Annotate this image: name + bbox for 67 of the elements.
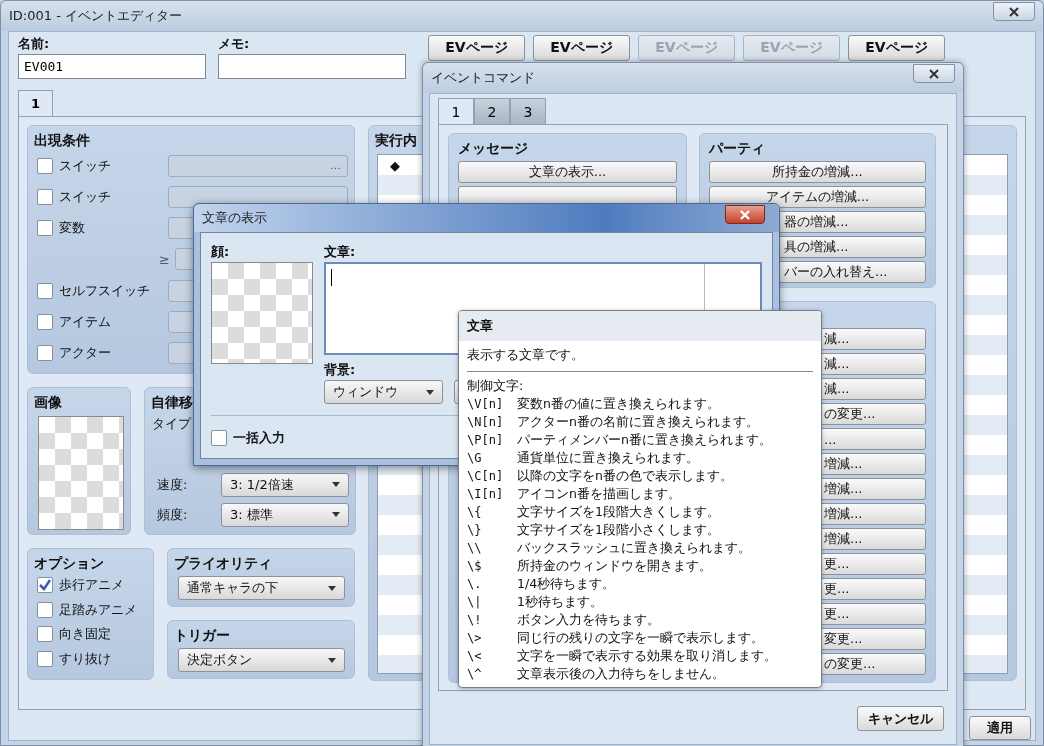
frequency-label: 頻度:	[156, 505, 189, 524]
control-code: \I[n]	[467, 487, 505, 501]
group-title: オプション	[34, 554, 104, 573]
option-label: 向き固定	[58, 625, 111, 644]
control-code: \|	[467, 595, 483, 609]
condition-label: 変数	[58, 219, 86, 238]
control-code: \{	[467, 505, 483, 519]
control-code: \^	[467, 667, 483, 681]
text-label: 文章:	[324, 243, 356, 260]
memo-label: メモ:	[218, 35, 250, 52]
control-code: \N[n]	[467, 415, 505, 429]
group-title: トリガー	[174, 626, 230, 645]
section-label: 制御文字:	[467, 377, 525, 395]
condition-label: スイッチ	[58, 156, 112, 175]
code-description: 1秒待ちます。	[517, 593, 603, 611]
control-code: \G	[467, 451, 483, 465]
code-description: 通貨単位に置き換えられます。	[517, 449, 699, 467]
comparison-sign: ≥	[159, 252, 171, 267]
code-description: 以降の文字をn番の色で表示します。	[517, 467, 733, 485]
code-description: アクターn番の名前に置き換えられます。	[517, 413, 759, 431]
code-description: 文字を一瞬で表示する効果を取り消します。	[517, 647, 777, 665]
name-label: 名前:	[18, 35, 50, 52]
face-label: 顔:	[211, 243, 230, 260]
code-description: 文字サイズを1段階大きくします。	[517, 503, 720, 521]
control-code: \C[n]	[467, 469, 505, 483]
control-code: \<	[467, 649, 483, 663]
background-label: 背景:	[324, 361, 356, 378]
window-title: 文章の表示	[202, 209, 267, 227]
control-code: \\	[467, 541, 483, 555]
condition-label: セルフスイッチ	[58, 281, 151, 300]
code-description: ボタン入力を待ちます。	[517, 611, 660, 629]
option-label: 足踏みアニメ	[58, 600, 137, 619]
group-title: 自律移	[151, 393, 193, 412]
window-title: イベントコマンド	[431, 69, 535, 87]
code-description: パーティメンバーn番に置き換えられます。	[517, 431, 772, 449]
condition-label: アクター	[58, 344, 112, 363]
group-title: 画像	[34, 393, 62, 412]
control-code: \$	[467, 559, 483, 573]
batch-input-label: 一括入力	[232, 429, 285, 448]
code-description: 文字サイズを1段階小さくします。	[517, 521, 720, 539]
control-code: \.	[467, 577, 483, 591]
group-title: プライオリティ	[174, 554, 272, 573]
control-code: \P[n]	[467, 433, 505, 447]
option-label: 歩行アニメ	[58, 576, 124, 595]
speed-label: 速度:	[156, 475, 189, 494]
option-label: すり抜け	[58, 649, 111, 668]
code-description: 文章表示後の入力待ちをしません。	[517, 665, 725, 683]
group-title: 出現条件	[34, 131, 90, 150]
window-title: ID:001 - イベントエディター	[9, 7, 182, 25]
code-description: 変数n番の値に置き換えられます。	[517, 395, 720, 413]
control-code: \>	[467, 631, 483, 645]
code-description: 1/4秒待ちます。	[517, 575, 616, 593]
code-description: 所持金のウィンドウを開きます。	[517, 557, 712, 575]
tooltip-description: 表示する文章です。	[467, 346, 585, 364]
code-description: バックスラッシュに置き換えられます。	[517, 539, 751, 557]
group-title: メッセージ	[458, 139, 528, 158]
tooltip-title: 文章	[467, 317, 493, 335]
code-description: アイコンn番を描画します。	[517, 485, 681, 503]
group-title: 実行内	[375, 131, 417, 150]
control-code: \!	[467, 613, 483, 627]
code-description: 同じ行の残りの文字を一瞬で表示します。	[517, 629, 764, 647]
type-label: タイプ	[151, 415, 191, 433]
group-title: パーティ	[709, 139, 765, 158]
control-code: \V[n]	[467, 397, 505, 411]
condition-label: アイテム	[58, 313, 112, 332]
control-code: \}	[467, 523, 483, 537]
condition-label: スイッチ	[58, 187, 112, 206]
